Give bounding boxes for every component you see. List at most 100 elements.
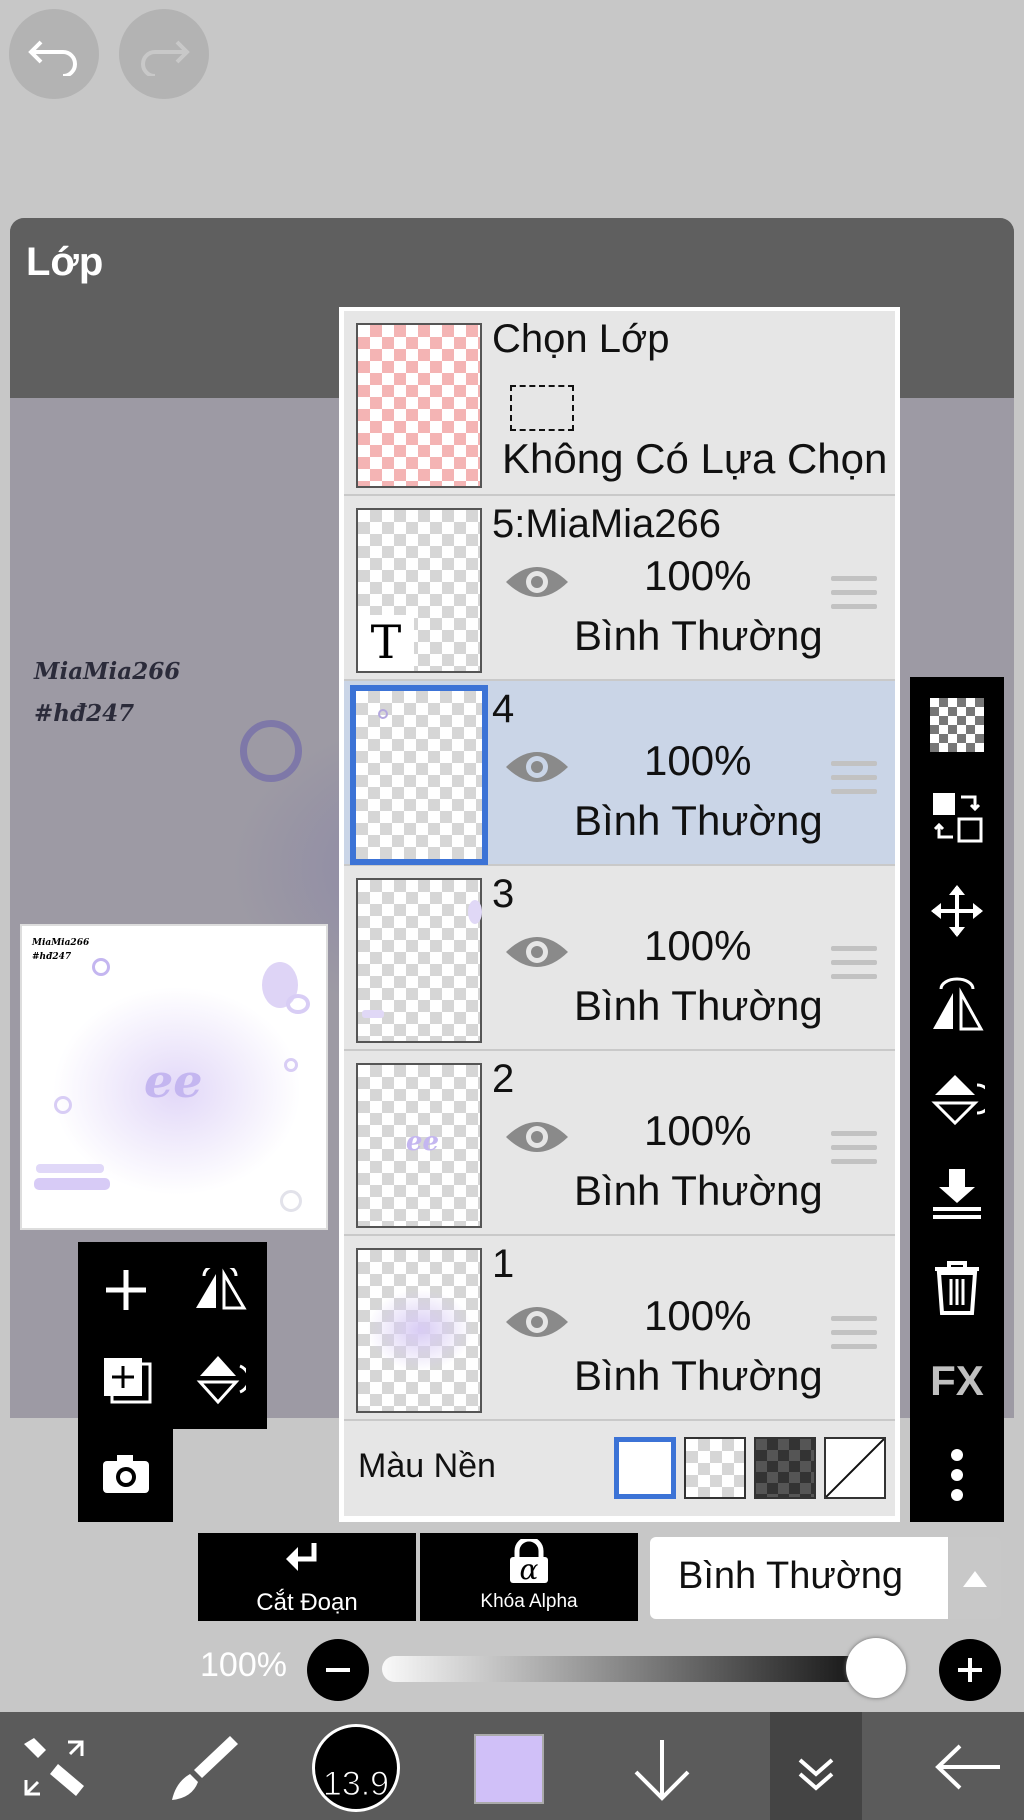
opacity-decrease-button[interactable]	[307, 1639, 369, 1701]
opacity-slider-track[interactable]	[382, 1656, 906, 1682]
layer-blend-mode: Bình Thường	[574, 612, 823, 659]
layer-row[interactable]: T 5:MiaMia266 100% Bình Thường	[344, 496, 895, 681]
brush-size-button[interactable]: 13.9	[312, 1724, 400, 1812]
layer-name: 3	[492, 872, 515, 916]
transparency-checker-button[interactable]	[910, 685, 1004, 765]
layer-name: 1	[492, 1242, 515, 1286]
checker-icon	[930, 698, 984, 752]
layer-add-toolbar	[78, 1242, 267, 1429]
blend-mode-select[interactable]: Bình Thường	[650, 1537, 948, 1619]
drag-handle-icon[interactable]	[831, 1131, 877, 1171]
no-background-icon	[825, 1438, 885, 1498]
camera-icon	[103, 1455, 149, 1493]
minus-icon	[326, 1668, 350, 1672]
alpha-symbol: α	[519, 1553, 539, 1586]
move-button[interactable]	[910, 871, 1004, 951]
canvas-watermark-tag: #hđ247	[34, 700, 135, 727]
merge-down-button[interactable]	[910, 1153, 1004, 1233]
clipping-label: Cắt Đoạn	[256, 1589, 358, 1616]
flip-layer-vertical-button[interactable]	[194, 1352, 251, 1411]
selection-subtitle: Không Có Lựa Chọn	[502, 435, 888, 482]
swap-layer-button[interactable]	[910, 777, 1004, 857]
canvas-watermark-name: MiaMia266	[34, 658, 181, 685]
thumb-watermark-tag: #hđ247	[32, 952, 72, 962]
blend-mode-value: Bình Thường	[678, 1555, 904, 1597]
opacity-slider-thumb[interactable]	[846, 1638, 906, 1698]
visibility-eye-icon[interactable]	[504, 932, 570, 972]
layer-opacity: 100%	[644, 552, 752, 599]
layer-name: 5:MiaMia266	[492, 502, 722, 546]
arrow-down-icon	[634, 1740, 690, 1801]
camera-button[interactable]	[78, 1429, 173, 1522]
current-color-swatch[interactable]	[474, 1734, 544, 1804]
trash-icon	[935, 1261, 979, 1315]
flip-layer-horizontal-button[interactable]	[192, 1262, 248, 1317]
duplicate-layer-button[interactable]	[102, 1356, 154, 1411]
flip-vertical-icon	[196, 1356, 251, 1405]
layer-row[interactable]: 3 100% Bình Thường	[344, 866, 895, 1051]
add-layer-button[interactable]	[104, 1268, 148, 1317]
brush-tool-button[interactable]	[168, 1732, 240, 1809]
delete-layer-button[interactable]	[910, 1247, 1004, 1327]
redo-button[interactable]	[119, 9, 209, 99]
selection-thumbnail	[356, 323, 482, 488]
layers-panel-toggle[interactable]	[770, 1712, 862, 1820]
canvas-thumbnail: MiaMia266 #hđ247 ee	[20, 924, 328, 1230]
right-toolbar: FX	[910, 677, 1004, 1522]
flip-horizontal-button[interactable]	[910, 965, 1004, 1045]
more-vertical-icon	[951, 1449, 963, 1501]
layer-name: 4	[492, 687, 515, 731]
panel-title: Lớp	[26, 240, 104, 284]
layer-thumb-text: ee	[406, 1127, 440, 1157]
undo-button[interactable]	[9, 9, 99, 99]
layer-row[interactable]: ee 2 100% Bình Thường	[344, 1051, 895, 1236]
layer-opacity: 100%	[644, 1292, 752, 1339]
layer-thumbnail	[350, 685, 488, 865]
blend-mode-dropdown-button[interactable]	[949, 1537, 1001, 1619]
flip-horizontal-icon	[196, 1262, 247, 1310]
visibility-eye-icon[interactable]	[504, 1117, 570, 1157]
thumb-center-text: ee	[144, 1054, 203, 1108]
layer-down-button[interactable]	[630, 1738, 694, 1807]
selection-layer-row[interactable]: Chọn Lớp Không Có Lựa Chọn	[344, 311, 895, 496]
opacity-increase-button[interactable]	[939, 1639, 1001, 1701]
layer-blend-mode: Bình Thường	[574, 797, 823, 844]
visibility-eye-icon[interactable]	[504, 562, 570, 602]
bg-white-swatch[interactable]	[614, 1437, 676, 1499]
copy-layer-icon	[104, 1358, 152, 1404]
layer-name: 2	[492, 1057, 515, 1101]
back-button[interactable]	[934, 1744, 1002, 1795]
drag-handle-icon[interactable]	[831, 1316, 877, 1356]
transform-tool-button[interactable]	[18, 1734, 90, 1805]
triangle-up-icon	[963, 1571, 987, 1587]
text-layer-icon: T	[358, 615, 414, 671]
flip-vertical-button[interactable]	[910, 1059, 1004, 1139]
selection-marquee-icon	[510, 385, 574, 431]
layer-row-selected[interactable]: 4 100% Bình Thường	[344, 681, 895, 866]
brush-icon	[172, 1736, 238, 1800]
bg-dark-checker-swatch[interactable]	[754, 1437, 816, 1499]
visibility-eye-icon[interactable]	[504, 1302, 570, 1342]
bg-transparent-swatch[interactable]	[684, 1437, 746, 1499]
layer-row[interactable]: 1 100% Bình Thường	[344, 1236, 895, 1421]
selection-title: Chọn Lớp	[492, 317, 670, 361]
visibility-eye-icon[interactable]	[504, 747, 570, 787]
thumb-watermark-name: MiaMia266	[32, 938, 90, 948]
layer-opacity: 100%	[644, 1107, 752, 1154]
flip-horizontal-icon	[933, 977, 984, 1031]
fx-button[interactable]: FX	[910, 1341, 1004, 1421]
more-options-button[interactable]	[910, 1435, 1004, 1515]
clipping-button[interactable]: Cắt Đoạn	[198, 1533, 416, 1621]
bg-none-swatch[interactable]	[824, 1437, 886, 1499]
layer-blend-mode: Bình Thường	[574, 1352, 823, 1399]
canvas-circle	[240, 720, 302, 782]
drag-handle-icon[interactable]	[831, 761, 877, 801]
drag-handle-icon[interactable]	[831, 946, 877, 986]
layer-thumbnail: T	[356, 508, 482, 673]
plus-icon	[958, 1658, 982, 1682]
arrow-left-icon	[935, 1744, 1000, 1790]
alpha-lock-button[interactable]: α Khóa Alpha	[420, 1533, 638, 1621]
drag-handle-icon[interactable]	[831, 576, 877, 616]
layer-list: Chọn Lớp Không Có Lựa Chọn T 5:MiaMia266…	[339, 307, 900, 1522]
layer-thumbnail	[356, 1248, 482, 1413]
